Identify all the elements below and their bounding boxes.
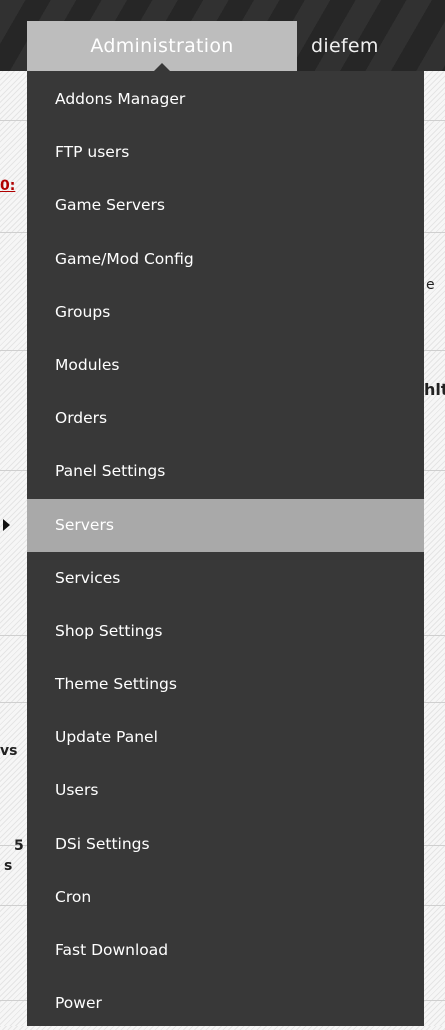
menu-item-power[interactable]: Power <box>27 977 424 1030</box>
menu-item-ftp-users[interactable]: FTP users <box>27 126 424 179</box>
tab-user-diefem[interactable]: diefem <box>297 21 445 71</box>
menu-item-modules[interactable]: Modules <box>27 339 424 392</box>
menu-item-shop-settings[interactable]: Shop Settings <box>27 605 424 658</box>
menu-item-servers[interactable]: Servers <box>27 498 424 552</box>
menu-item-cron[interactable]: Cron <box>27 871 424 924</box>
active-item-arrow-icon <box>3 519 10 531</box>
background-text-fragment: vs <box>0 743 18 759</box>
background-text-fragment: s <box>4 858 13 874</box>
background-text-fragment: e <box>426 277 435 293</box>
menu-item-fast-download[interactable]: Fast Download <box>27 924 424 977</box>
administration-dropdown-menu: Addons Manager FTP users Game Servers Ga… <box>27 71 424 1026</box>
menu-item-orders[interactable]: Orders <box>27 392 424 445</box>
background-text-fragment: 5 <box>14 838 24 854</box>
menu-item-users[interactable]: Users <box>27 764 424 817</box>
dropdown-caret-icon <box>153 63 171 72</box>
menu-item-game-mod-config[interactable]: Game/Mod Config <box>27 233 424 286</box>
menu-item-groups[interactable]: Groups <box>27 286 424 339</box>
menu-item-panel-settings[interactable]: Panel Settings <box>27 445 424 498</box>
background-text-fragment: hlt <box>424 380 445 399</box>
background-link-fragment[interactable]: 0: <box>0 178 15 194</box>
menu-item-theme-settings[interactable]: Theme Settings <box>27 658 424 711</box>
menu-list: Addons Manager FTP users Game Servers Ga… <box>27 71 424 1030</box>
menu-item-services[interactable]: Services <box>27 552 424 605</box>
menu-item-dsi-settings[interactable]: DSi Settings <box>27 818 424 871</box>
menu-item-update-panel[interactable]: Update Panel <box>27 711 424 764</box>
menu-item-game-servers[interactable]: Game Servers <box>27 179 424 232</box>
menu-item-addons-manager[interactable]: Addons Manager <box>27 73 424 126</box>
